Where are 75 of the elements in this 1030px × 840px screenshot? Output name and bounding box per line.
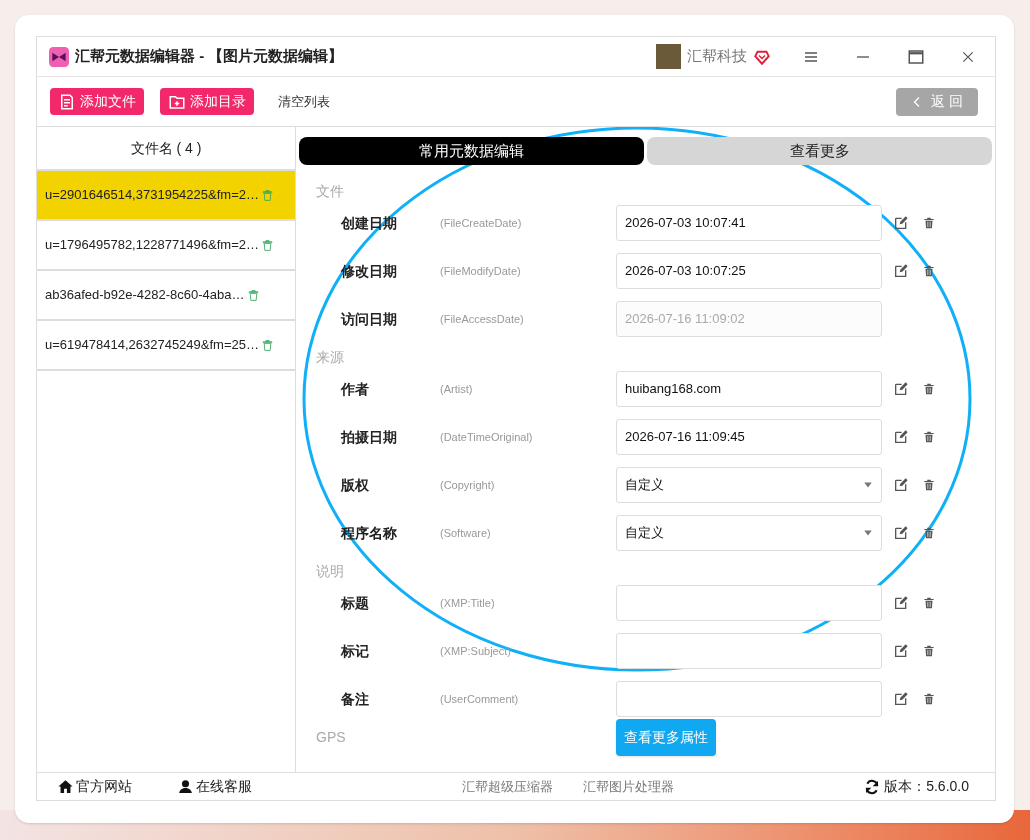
field-tag: (DateTimeOriginal) (440, 428, 616, 446)
field-label: 备注 (340, 689, 370, 709)
trash-icon[interactable] (246, 288, 260, 302)
input-field[interactable] (616, 633, 882, 669)
tab[interactable]: 常用元数据编辑 (299, 137, 644, 165)
field-tag: (FileAccessDate) (440, 310, 616, 328)
delete-icon[interactable] (922, 216, 936, 230)
file-row[interactable]: u=2901646514,3731954225&fm=2… (37, 171, 295, 221)
delete-icon[interactable] (922, 596, 936, 610)
tab[interactable]: 查看更多 (647, 137, 992, 165)
dropdown[interactable]: 自定义 (616, 467, 882, 503)
field-tag: (UserComment) (440, 690, 616, 708)
delete-icon[interactable] (922, 478, 936, 492)
clear-list-button[interactable]: 清空列表 (278, 91, 330, 112)
field-label: 版权 (340, 475, 370, 495)
field-tag: (XMP:Subject) (440, 642, 616, 660)
home-icon (57, 778, 74, 795)
field-label: 作者 (339, 379, 370, 399)
delete-icon[interactable] (922, 692, 936, 706)
edit-icon[interactable] (893, 643, 909, 659)
input-field[interactable]: huibang168.com (616, 371, 882, 407)
section-heading: 说明 (316, 562, 344, 581)
input-field[interactable] (616, 585, 882, 621)
edit-icon[interactable] (893, 477, 909, 493)
field-tag: (FileCreateDate) (440, 214, 616, 232)
delete-icon[interactable] (922, 264, 936, 278)
input-field[interactable]: 2026-07-16 11:09:45 (616, 419, 882, 455)
field-label: 标题 (340, 593, 370, 613)
field-tag: (FileModifyDate) (440, 262, 616, 280)
person-icon (177, 778, 194, 795)
maximize-icon[interactable] (907, 47, 925, 66)
edit-icon[interactable] (893, 381, 909, 397)
support-link[interactable]: 在线客服 (177, 776, 252, 797)
field-label: 拍摄日期 (340, 427, 398, 447)
field-tag: (Software) (440, 524, 616, 542)
field-label: 访问日期 (339, 309, 398, 329)
dropdown-arrow-icon (863, 480, 873, 490)
section-heading: 来源 (316, 348, 344, 367)
dropdown-arrow-icon (863, 528, 873, 538)
add-folder-button[interactable]: 添加目录 (160, 88, 254, 115)
delete-icon[interactable] (922, 644, 936, 658)
field-tag: (Artist) (440, 380, 616, 398)
refresh-icon (864, 778, 881, 795)
product-link[interactable]: 汇帮图片处理器 (583, 776, 674, 797)
dropdown[interactable]: 自定义 (616, 515, 882, 551)
delete-icon[interactable] (922, 430, 936, 444)
input-field[interactable] (616, 681, 882, 717)
brand-name: 汇帮科技 (687, 46, 747, 67)
document-icon (58, 92, 76, 111)
edit-icon[interactable] (893, 691, 909, 707)
edit-icon[interactable] (893, 525, 909, 541)
trash-icon[interactable] (260, 338, 274, 352)
edit-icon[interactable] (893, 595, 909, 611)
field-tag: (Copyright) (440, 476, 616, 494)
input-field[interactable]: 2026-07-03 10:07:25 (616, 253, 882, 289)
field-label: 标记 (340, 641, 370, 661)
section-heading: GPS (316, 728, 346, 747)
edit-icon[interactable] (893, 215, 909, 231)
avatar-placeholder (656, 44, 681, 69)
edit-icon[interactable] (893, 429, 909, 445)
trash-icon[interactable] (260, 238, 274, 252)
website-link[interactable]: 官方网站 (57, 776, 132, 797)
section-heading: 文件 (316, 182, 344, 201)
edit-icon[interactable] (893, 263, 909, 279)
add-file-button[interactable]: 添加文件 (50, 88, 144, 115)
field-tag: (XMP:Title) (440, 594, 616, 612)
version-label: 版本：5.6.0.0 (884, 777, 969, 796)
input-field[interactable]: 2026-07-03 10:07:41 (616, 205, 882, 241)
delete-icon[interactable] (922, 526, 936, 540)
field-label: 创建日期 (340, 213, 398, 233)
delete-icon[interactable] (922, 382, 936, 396)
window-title: 汇帮元数据编辑器 - 【图片元数据编辑】 (75, 46, 344, 67)
close-icon[interactable] (961, 49, 975, 64)
product-link[interactable]: 汇帮超级压缩器 (462, 776, 553, 797)
input-field: 2026-07-16 11:09:02 (616, 301, 882, 337)
